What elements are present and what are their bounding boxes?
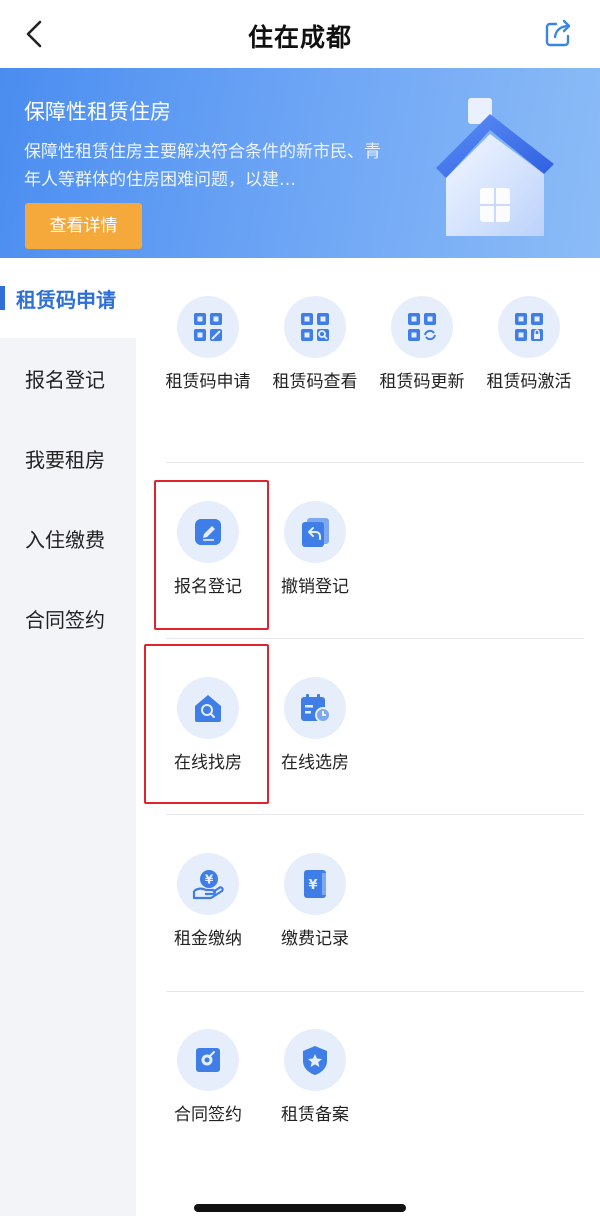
cancel-registration-tile[interactable]: 撤销登记 xyxy=(262,501,368,601)
sidebar-item-label: 我要租房 xyxy=(25,447,105,472)
tile-label: 在线选房 xyxy=(281,753,349,773)
sidebar-item-rental-code[interactable]: 租赁码申请 xyxy=(0,258,136,338)
service-grid: 租赁码申请 租赁码查看 租赁码更新 租赁码激活 报名登记 撤销登记 在线找房 在… xyxy=(136,258,600,1216)
tile-label: 缴费记录 xyxy=(281,929,349,949)
house-illustration-icon xyxy=(436,98,554,236)
tile-icon-bg xyxy=(391,296,453,358)
contract-sign-icon xyxy=(196,1048,220,1072)
yuan-book-icon: ¥ xyxy=(304,870,326,898)
tile-label: 租金缴纳 xyxy=(174,929,242,949)
contract-signing-tile[interactable]: 合同签约 xyxy=(155,1029,261,1129)
sidebar-item-label: 合同签约 xyxy=(25,607,105,632)
view-details-button[interactable]: 查看详情 xyxy=(25,203,142,249)
tile-icon-bg xyxy=(177,296,239,358)
select-house-online-tile[interactable]: 在线选房 xyxy=(262,677,368,777)
payment-records-tile[interactable]: ¥ 缴费记录 xyxy=(262,853,368,953)
tile-label: 租赁码申请 xyxy=(165,372,251,392)
section-divider xyxy=(166,814,584,815)
rental-filing-tile[interactable]: 租赁备案 xyxy=(262,1029,368,1129)
share-icon xyxy=(545,19,571,47)
sidebar-item-label: 租赁码申请 xyxy=(16,287,116,312)
edit-icon xyxy=(195,519,221,545)
svg-text:¥: ¥ xyxy=(308,878,317,893)
tile-label: 租赁备案 xyxy=(281,1105,349,1125)
tile-label: 撤销登记 xyxy=(281,577,349,597)
rental-code-update-tile[interactable]: 租赁码更新 xyxy=(369,296,475,396)
sidebar-item-move-in-payment[interactable]: 入住缴费 xyxy=(0,498,136,578)
rental-code-activate-tile[interactable]: 租赁码激活 xyxy=(476,296,582,396)
tile-label: 在线找房 xyxy=(174,753,242,773)
qr-refresh-icon xyxy=(408,313,436,341)
find-house-online-tile[interactable]: 在线找房 xyxy=(155,677,261,777)
calendar-clock-icon xyxy=(301,694,331,723)
sidebar-item-registration[interactable]: 报名登记 xyxy=(0,338,136,418)
banner: 保障性租赁住房 保障性租赁住房主要解决符合条件的新市民、青年人等群体的住房困难问… xyxy=(0,68,600,258)
tile-icon-bg xyxy=(284,296,346,358)
tile-icon-bg xyxy=(177,677,239,739)
tile-icon-bg xyxy=(284,1029,346,1091)
banner-description: 保障性租赁住房主要解决符合条件的新市民、青年人等群体的住房困难问题，以建… xyxy=(24,142,381,190)
home-indicator xyxy=(194,1204,406,1212)
tile-label: 租赁码查看 xyxy=(272,372,358,392)
undo-icon xyxy=(302,518,329,547)
badge-star-icon xyxy=(303,1046,327,1075)
sidebar-item-contract[interactable]: 合同签约 xyxy=(0,578,136,658)
qr-lock-icon xyxy=(515,313,543,341)
rental-code-view-tile[interactable]: 租赁码查看 xyxy=(262,296,368,396)
nav-bar: 住在成都 xyxy=(0,0,600,68)
tile-icon-bg: ¥ xyxy=(177,853,239,915)
section-divider xyxy=(166,462,584,463)
tile-icon-bg xyxy=(284,677,346,739)
section-divider xyxy=(166,991,584,992)
tile-label: 租赁码更新 xyxy=(379,372,465,392)
section-divider xyxy=(166,638,584,639)
sidebar-item-label: 报名登记 xyxy=(25,367,105,392)
share-button[interactable] xyxy=(538,14,578,54)
active-indicator xyxy=(0,286,5,310)
tile-label: 租赁码激活 xyxy=(486,372,572,392)
tile-label: 报名登记 xyxy=(174,577,242,597)
tile-icon-bg xyxy=(284,501,346,563)
tile-icon-bg: ¥ xyxy=(284,853,346,915)
rent-payment-tile[interactable]: ¥ 租金缴纳 xyxy=(155,853,261,953)
house-search-icon xyxy=(195,695,221,722)
category-sidebar: 租赁码申请 报名登记 我要租房 入住缴费 合同签约 xyxy=(0,258,136,1216)
qr-search-icon xyxy=(301,313,329,341)
sidebar-item-label: 入住缴费 xyxy=(25,527,105,552)
tile-icon-bg xyxy=(498,296,560,358)
qr-edit-icon xyxy=(194,313,222,341)
page-title: 住在成都 xyxy=(247,23,352,52)
banner-title: 保障性租赁住房 xyxy=(24,100,171,124)
registration-tile[interactable]: 报名登记 xyxy=(155,501,261,601)
rental-code-apply-tile[interactable]: 租赁码申请 xyxy=(155,296,261,396)
sidebar-item-rent-house[interactable]: 我要租房 xyxy=(0,418,136,498)
tile-icon-bg xyxy=(177,1029,239,1091)
tile-icon-bg xyxy=(177,501,239,563)
tile-label: 合同签约 xyxy=(174,1105,242,1125)
hand-yuan-icon: ¥ xyxy=(192,870,224,900)
svg-text:¥: ¥ xyxy=(205,873,214,887)
